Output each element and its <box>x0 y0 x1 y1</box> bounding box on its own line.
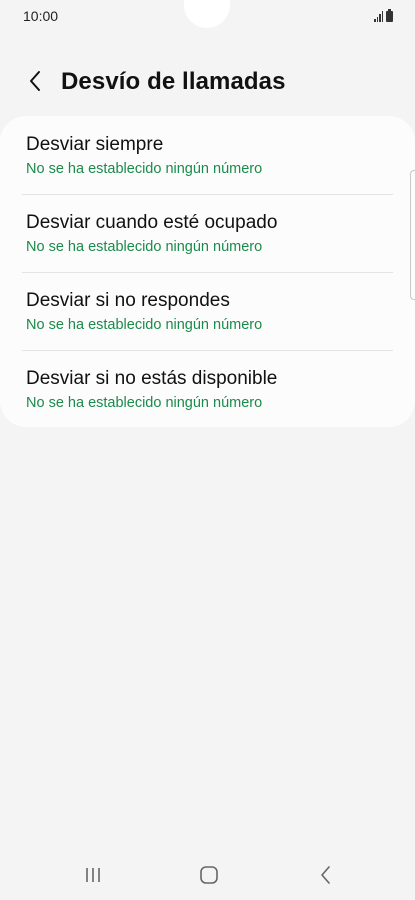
forwarding-options-card: Desviar siempre No se ha establecido nin… <box>0 116 415 427</box>
chevron-left-icon <box>30 71 40 91</box>
list-item-subtitle: No se ha establecido ningún número <box>26 239 263 255</box>
camera-notch <box>184 0 230 28</box>
list-item-forward-no-answer[interactable]: Desviar si no respondes No se ha estable… <box>0 272 415 350</box>
list-item-subtitle: No se ha establecido ningún número <box>26 395 263 411</box>
status-bar: 10:00 <box>0 0 415 34</box>
scroll-indicator[interactable] <box>410 170 415 300</box>
navigation-bar <box>0 855 415 895</box>
list-item-subtitle: No se ha establecido ningún número <box>26 317 263 333</box>
nav-back-button[interactable] <box>306 861 346 889</box>
list-item-forward-when-busy[interactable]: Desviar cuando esté ocupado No se ha est… <box>0 194 415 272</box>
back-icon <box>321 866 330 884</box>
status-icons <box>374 9 393 22</box>
list-item-title: Desviar si no estás disponible <box>26 368 278 389</box>
app-header: Desvío de llamadas <box>0 60 415 104</box>
recent-apps-button[interactable] <box>73 861 113 889</box>
list-item-title: Desviar siempre <box>26 134 164 155</box>
list-item-title: Desviar si no respondes <box>26 290 230 311</box>
home-icon <box>200 866 218 884</box>
battery-icon <box>386 9 393 22</box>
signal-icon <box>374 11 383 22</box>
list-item-subtitle: No se ha establecido ningún número <box>26 161 263 177</box>
back-button[interactable] <box>22 66 48 96</box>
list-item-forward-unreachable[interactable]: Desviar si no estás disponible No se ha … <box>0 350 415 428</box>
recent-apps-icon <box>86 868 100 882</box>
page-title: Desvío de llamadas <box>61 68 286 95</box>
list-item-always-forward[interactable]: Desviar siempre No se ha establecido nin… <box>0 116 415 194</box>
home-button[interactable] <box>189 861 229 889</box>
status-time: 10:00 <box>23 8 59 24</box>
list-item-title: Desviar cuando esté ocupado <box>26 212 278 233</box>
